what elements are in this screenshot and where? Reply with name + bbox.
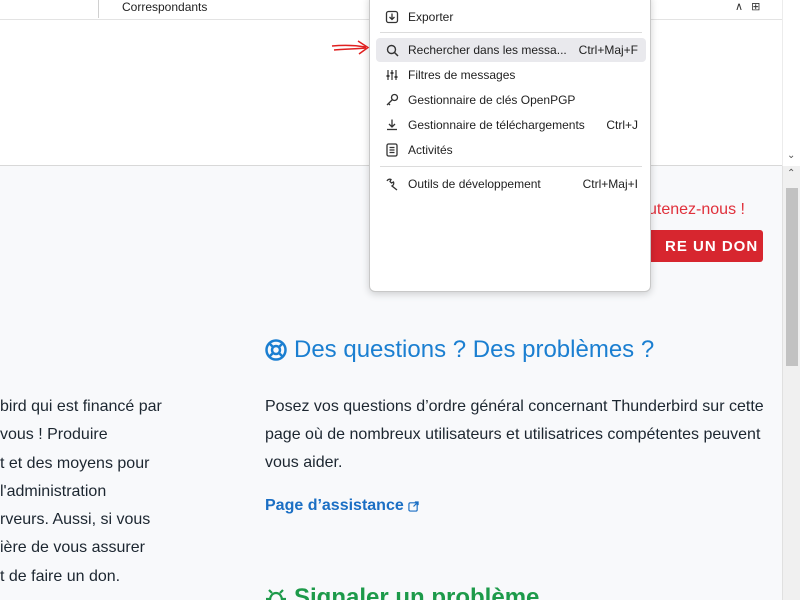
column-header-correspondants[interactable]: Correspondants [122,0,207,14]
menu-separator [380,32,642,33]
funding-line: t de faire un don. [0,567,121,585]
header-controls: ∧ ⊞ [735,0,760,14]
scrollbar-thumb[interactable] [786,188,798,366]
download-icon [384,117,400,133]
funding-line: vous ! Produire [0,426,108,444]
report-bug-heading: Signaler un problème [264,584,539,600]
annotation-arrow-icon [331,40,370,55]
questions-heading: Des questions ? Des problèmes ? [264,336,654,364]
collapse-icon[interactable]: ∧ [735,1,743,13]
menu-item-label: Activités [408,143,453,157]
scroll-up-icon[interactable]: ⌃ [787,168,795,179]
menu-item-label: Gestionnaire de téléchargements [408,118,585,132]
funding-line: ière de vous assurer [0,539,145,557]
funding-paragraph: bird qui est financé par vous ! Produire… [0,393,200,591]
menu-item-developer-tools[interactable]: Outils de développement Ctrl+Maj+I [376,172,646,196]
menu-item-search-messages[interactable]: Rechercher dans les messa... Ctrl+Maj+F [376,38,646,62]
export-icon [384,9,400,25]
questions-paragraph: Posez vos questions d’ordre général conc… [265,398,764,471]
support-page-link[interactable]: Page d’assistance [265,497,419,515]
external-link-icon [408,500,419,512]
menu-item-label: Exporter [408,10,454,24]
support-text: utenez-nous ! [648,201,745,218]
menu-item-export[interactable]: Exporter [376,5,646,29]
tools-menu: Exporter Rechercher dans les messa... Ct… [369,0,651,292]
donate-button[interactable]: RE UN DON [635,230,763,262]
activity-icon [384,142,400,158]
menu-item-label: Outils de développement [408,177,541,191]
funding-line: bird qui est financé par [0,398,162,415]
content-scrollbar[interactable]: ⌃ [782,166,800,600]
menu-item-label: Gestionnaire de clés OpenPGP [408,93,576,107]
wrench-icon [384,176,400,192]
report-bug-heading-text: Signaler un problème [294,584,540,600]
bug-icon [266,589,286,600]
key-icon [384,92,400,108]
menu-item-message-filters[interactable]: Filtres de messages [376,63,646,87]
menu-item-shortcut: Ctrl+J [606,118,638,132]
lifebuoy-icon [265,339,287,361]
message-list-scrollbar[interactable]: ⌄ [782,0,800,166]
menu-item-shortcut: Ctrl+Maj+I [582,177,638,191]
menu-separator [380,166,642,167]
menu-item-download-manager[interactable]: Gestionnaire de téléchargements Ctrl+J [376,113,646,137]
column-divider[interactable] [98,0,99,18]
column-picker-icon[interactable]: ⊞ [751,1,760,13]
funding-line: t et des moyens pour [0,454,150,472]
funding-line: l'administration [0,482,107,500]
menu-item-shortcut: Ctrl+Maj+F [578,43,638,57]
search-icon [384,42,400,58]
menu-item-label: Rechercher dans les messa... [408,43,567,57]
filters-icon [384,67,400,83]
menu-item-openpgp-key-manager[interactable]: Gestionnaire de clés OpenPGP [376,88,646,112]
support-link-label[interactable]: Page d’assistance [265,497,404,515]
menu-item-label: Filtres de messages [408,68,516,82]
scroll-down-icon[interactable]: ⌄ [787,150,795,161]
questions-heading-text: Des questions ? Des problèmes ? [294,336,655,363]
funding-line: rveurs. Aussi, si vous [0,511,151,529]
menu-item-activities[interactable]: Activités [376,138,646,162]
